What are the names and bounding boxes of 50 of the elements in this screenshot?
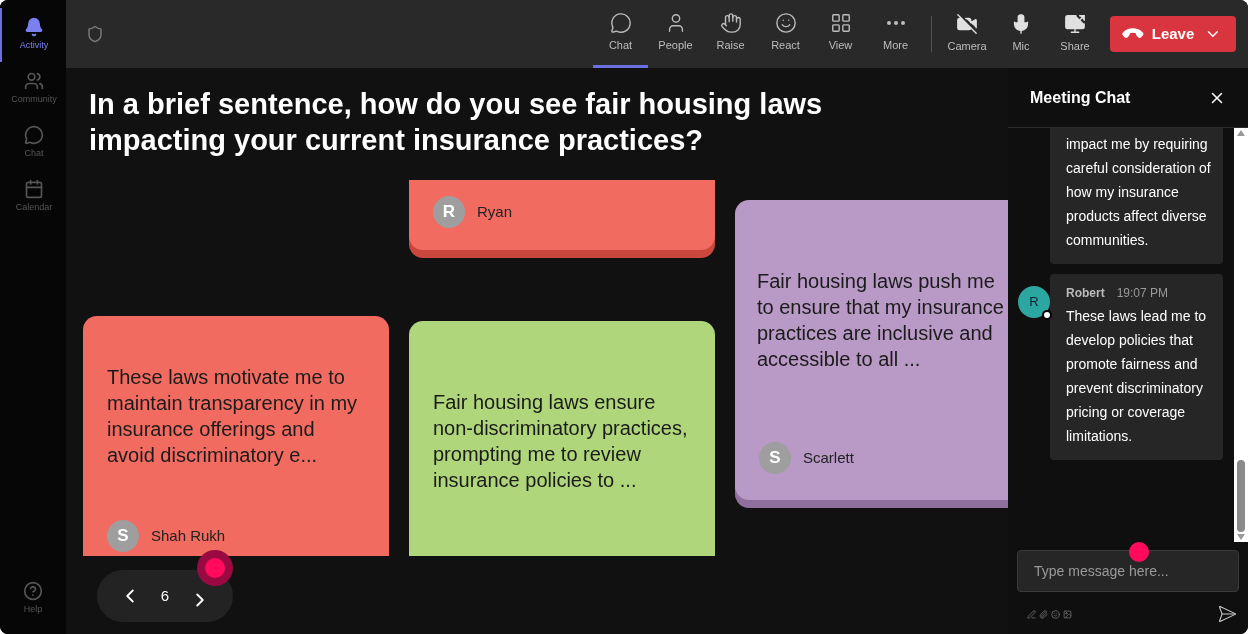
- scroll-down-icon[interactable]: [1237, 534, 1245, 540]
- avatar: S: [759, 442, 791, 474]
- chat-icon: [24, 125, 44, 146]
- message-text: These laws lead me to develop policies that promote fairness and prevent discriminatory pricing or coverage limitations.: [1066, 307, 1208, 446]
- shield-icon: [86, 25, 104, 43]
- toolbar-button[interactable]: React: [758, 0, 813, 68]
- smiley-icon: [774, 11, 797, 34]
- leave-button[interactable]: Leave: [1110, 16, 1236, 52]
- image-icon[interactable]: [1063, 609, 1072, 619]
- chat-title: Meeting Chat: [1030, 87, 1131, 108]
- send-button[interactable]: [1217, 604, 1237, 624]
- help-icon: [23, 580, 43, 601]
- card-text: These laws motivate me to maintain transparency in my insurance offerings and avoid discriminatory e...: [107, 365, 359, 468]
- author-name: Shah Rukh: [151, 525, 226, 546]
- send-icon: [1217, 604, 1237, 624]
- more-icon: [886, 20, 905, 25]
- attachment-icon[interactable]: [1039, 609, 1048, 619]
- card-text: Fair housing laws ensure non-discriminatory practices, prompting me to review insurance policies to ...: [433, 390, 689, 493]
- toolbar-button[interactable]: People: [648, 0, 703, 68]
- scrollbar-thumb[interactable]: [1237, 460, 1245, 532]
- grid-icon: [829, 11, 852, 34]
- people-icon: [24, 71, 44, 92]
- avatar: S: [107, 520, 139, 552]
- pen-icon[interactable]: [1027, 609, 1036, 619]
- page-number: 6: [160, 585, 170, 606]
- message-input[interactable]: Type message here...: [1017, 550, 1239, 592]
- share-screen-icon: [1064, 13, 1086, 36]
- toolbar-button[interactable]: Raise: [703, 0, 758, 68]
- camera-off-icon: [956, 13, 978, 36]
- toolbar-button[interactable]: View: [813, 0, 868, 68]
- message-author: Robert: [1066, 285, 1105, 302]
- author-name: Scarlett: [803, 447, 854, 468]
- avatar: R: [1018, 286, 1050, 318]
- toolbar-button[interactable]: Mic: [994, 0, 1048, 68]
- avatar: R: [433, 196, 465, 228]
- message-text: impact me by requiring careful consideration of how my insurance products affect diverse communities.: [1066, 135, 1212, 250]
- scroll-up-icon[interactable]: [1237, 130, 1245, 136]
- touch-indicator: [1129, 542, 1149, 562]
- calendar-icon: [24, 179, 44, 200]
- bell-icon: [24, 17, 44, 38]
- chat-icon: [609, 11, 632, 34]
- emoji-icon[interactable]: [1051, 609, 1060, 619]
- toolbar-button[interactable]: More: [868, 0, 923, 68]
- question-title: In a brief sentence, how do you see fair housing laws impacting your current insurance practices?: [89, 87, 824, 158]
- author-name: Ryan: [477, 201, 513, 222]
- toolbar-button[interactable]: Share: [1048, 0, 1102, 68]
- card-text: Fair housing laws push me to ensure that my insurance practices are inclusive and accessible to all ...: [757, 269, 1005, 372]
- message-time: 19:07 PM: [1116, 285, 1169, 302]
- hand-icon: [719, 11, 742, 34]
- toolbar-button[interactable]: Camera: [940, 0, 994, 68]
